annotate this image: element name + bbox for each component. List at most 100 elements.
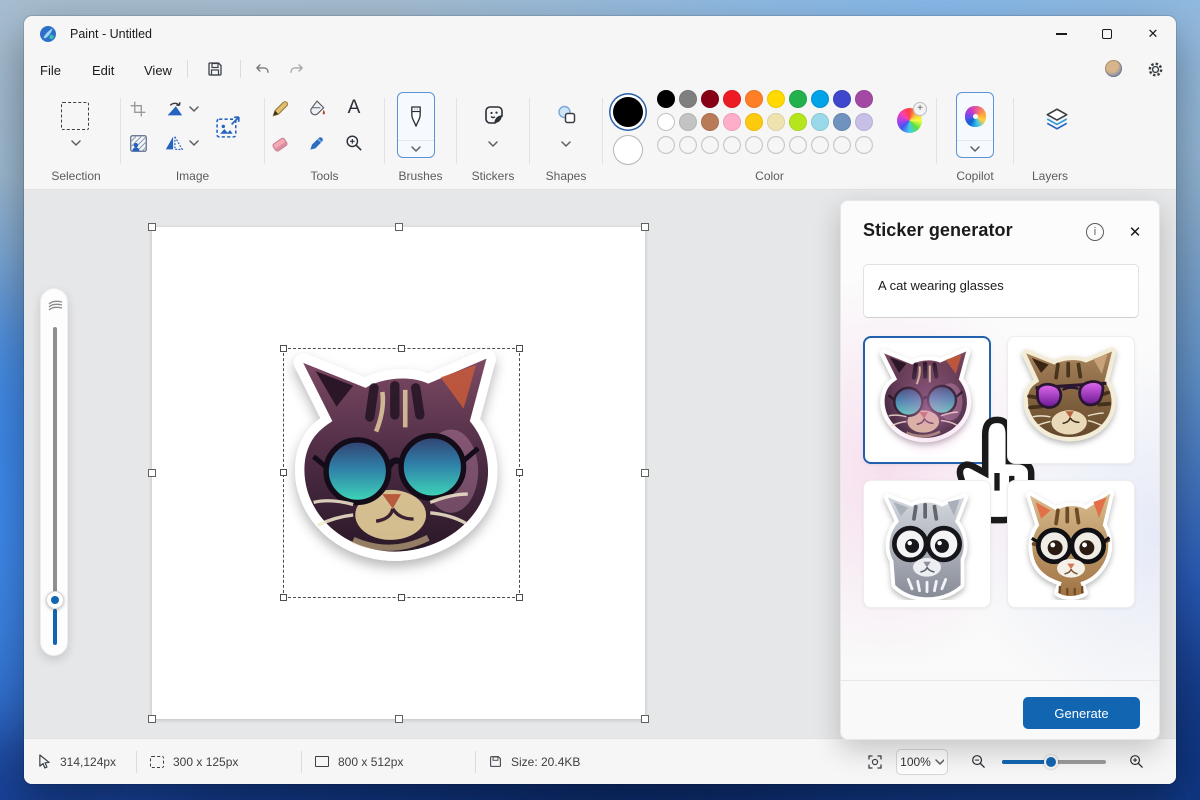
- rotate-button[interactable]: [163, 98, 185, 120]
- magnifier-tool-button[interactable]: [342, 131, 366, 155]
- palette-swatch[interactable]: [855, 113, 873, 131]
- brush-size-track[interactable]: [53, 327, 57, 609]
- menu-file[interactable]: File: [32, 59, 69, 81]
- color-picker-tool-button[interactable]: [305, 131, 329, 155]
- palette-swatch[interactable]: [701, 90, 719, 108]
- account-avatar[interactable]: [1105, 60, 1122, 77]
- save-button[interactable]: [206, 60, 224, 78]
- maximize-button[interactable]: [1084, 16, 1130, 52]
- canvas-resize-handle[interactable]: [395, 715, 403, 723]
- selection-handle[interactable]: [280, 594, 287, 601]
- selection-marquee[interactable]: [283, 348, 520, 598]
- selection-handle[interactable]: [516, 345, 523, 352]
- palette-swatch-empty[interactable]: [789, 136, 807, 154]
- palette-swatch[interactable]: [855, 90, 873, 108]
- palette-swatch[interactable]: [789, 113, 807, 131]
- selection-handle[interactable]: [280, 469, 287, 476]
- canvas-resize-handle[interactable]: [148, 223, 156, 231]
- palette-swatch-empty[interactable]: [855, 136, 873, 154]
- canvas-resize-handle[interactable]: [641, 223, 649, 231]
- palette-swatch[interactable]: [723, 90, 741, 108]
- color2-swatch[interactable]: [613, 135, 643, 165]
- palette-swatch[interactable]: [679, 113, 697, 131]
- sticker-thumbnail-4[interactable]: [1007, 480, 1135, 608]
- menu-edit[interactable]: Edit: [84, 59, 122, 81]
- canvas-resize-handle[interactable]: [148, 715, 156, 723]
- palette-swatch-empty[interactable]: [811, 136, 829, 154]
- sticker-thumbnail-2[interactable]: [1007, 336, 1135, 464]
- selection-handle[interactable]: [516, 594, 523, 601]
- palette-swatch[interactable]: [723, 113, 741, 131]
- pencil-tool-button[interactable]: [268, 97, 292, 121]
- palette-swatch[interactable]: [657, 90, 675, 108]
- palette-swatch-empty[interactable]: [701, 136, 719, 154]
- palette-swatch-empty[interactable]: [723, 136, 741, 154]
- palette-swatch-empty[interactable]: [745, 136, 763, 154]
- chevron-down-icon[interactable]: [561, 141, 571, 147]
- edit-colors-button[interactable]: [897, 108, 922, 133]
- canvas-resize-handle[interactable]: [641, 715, 649, 723]
- palette-swatch-empty[interactable]: [833, 136, 851, 154]
- palette-swatch-empty[interactable]: [657, 136, 675, 154]
- chevron-down-icon[interactable]: [189, 140, 199, 146]
- info-button[interactable]: i: [1086, 223, 1104, 241]
- chevron-down-icon[interactable]: [970, 146, 980, 152]
- selection-handle[interactable]: [516, 469, 523, 476]
- chevron-down-icon[interactable]: [189, 106, 199, 112]
- brush-size-thumb[interactable]: [46, 591, 64, 609]
- palette-swatch[interactable]: [767, 90, 785, 108]
- crop-button[interactable]: [127, 98, 149, 120]
- titlebar[interactable]: Paint - Untitled ✕: [24, 16, 1176, 52]
- canvas-resize-handle[interactable]: [395, 223, 403, 231]
- zoom-slider-thumb[interactable]: [1044, 755, 1058, 769]
- canvas-resize-handle[interactable]: [641, 469, 649, 477]
- zoom-level-select[interactable]: 100%: [896, 749, 948, 775]
- menu-view[interactable]: View: [136, 59, 180, 81]
- generate-button[interactable]: Generate: [1023, 697, 1140, 729]
- flip-button[interactable]: [163, 132, 185, 154]
- copilot-button[interactable]: [956, 92, 994, 158]
- fill-tool-button[interactable]: [305, 97, 329, 121]
- selection-handle[interactable]: [280, 345, 287, 352]
- panel-close-button[interactable]: ✕: [1124, 221, 1146, 243]
- palette-swatch[interactable]: [833, 113, 851, 131]
- zoom-out-button[interactable]: [970, 739, 987, 784]
- selection-handle[interactable]: [398, 594, 405, 601]
- resize-image-button[interactable]: [213, 112, 243, 142]
- palette-swatch[interactable]: [701, 113, 719, 131]
- text-tool-button[interactable]: A: [342, 96, 366, 120]
- zoom-slider[interactable]: [1002, 760, 1106, 764]
- palette-swatch[interactable]: [745, 90, 763, 108]
- prompt-input[interactable]: A cat wearing glasses: [863, 264, 1139, 318]
- sticker-thumbnail-1[interactable]: [863, 336, 991, 464]
- canvas-resize-handle[interactable]: [148, 469, 156, 477]
- drawing-canvas[interactable]: [152, 227, 645, 719]
- palette-swatch[interactable]: [657, 113, 675, 131]
- selection-tool-button[interactable]: [61, 102, 89, 130]
- brushes-button[interactable]: [397, 92, 435, 158]
- selection-handle[interactable]: [398, 345, 405, 352]
- chevron-down-icon[interactable]: [71, 140, 81, 146]
- palette-swatch[interactable]: [679, 90, 697, 108]
- palette-swatch[interactable]: [767, 113, 785, 131]
- palette-swatch-empty[interactable]: [679, 136, 697, 154]
- stickers-button[interactable]: [481, 102, 507, 128]
- redo-button[interactable]: [288, 60, 306, 78]
- color1-swatch[interactable]: [613, 97, 643, 127]
- palette-swatch[interactable]: [789, 90, 807, 108]
- chevron-down-icon[interactable]: [411, 146, 421, 152]
- shapes-button[interactable]: [554, 102, 580, 128]
- minimize-button[interactable]: [1038, 16, 1084, 52]
- close-button[interactable]: ✕: [1130, 16, 1176, 52]
- chevron-down-icon[interactable]: [488, 141, 498, 147]
- palette-swatch[interactable]: [811, 113, 829, 131]
- settings-button[interactable]: [1146, 60, 1164, 78]
- palette-swatch-empty[interactable]: [767, 136, 785, 154]
- palette-swatch[interactable]: [833, 90, 851, 108]
- palette-swatch[interactable]: [811, 90, 829, 108]
- sticker-thumbnail-3[interactable]: [863, 480, 991, 608]
- eraser-tool-button[interactable]: [268, 131, 292, 155]
- palette-swatch[interactable]: [745, 113, 763, 131]
- undo-button[interactable]: [252, 60, 270, 78]
- zoom-in-button[interactable]: [1128, 739, 1145, 784]
